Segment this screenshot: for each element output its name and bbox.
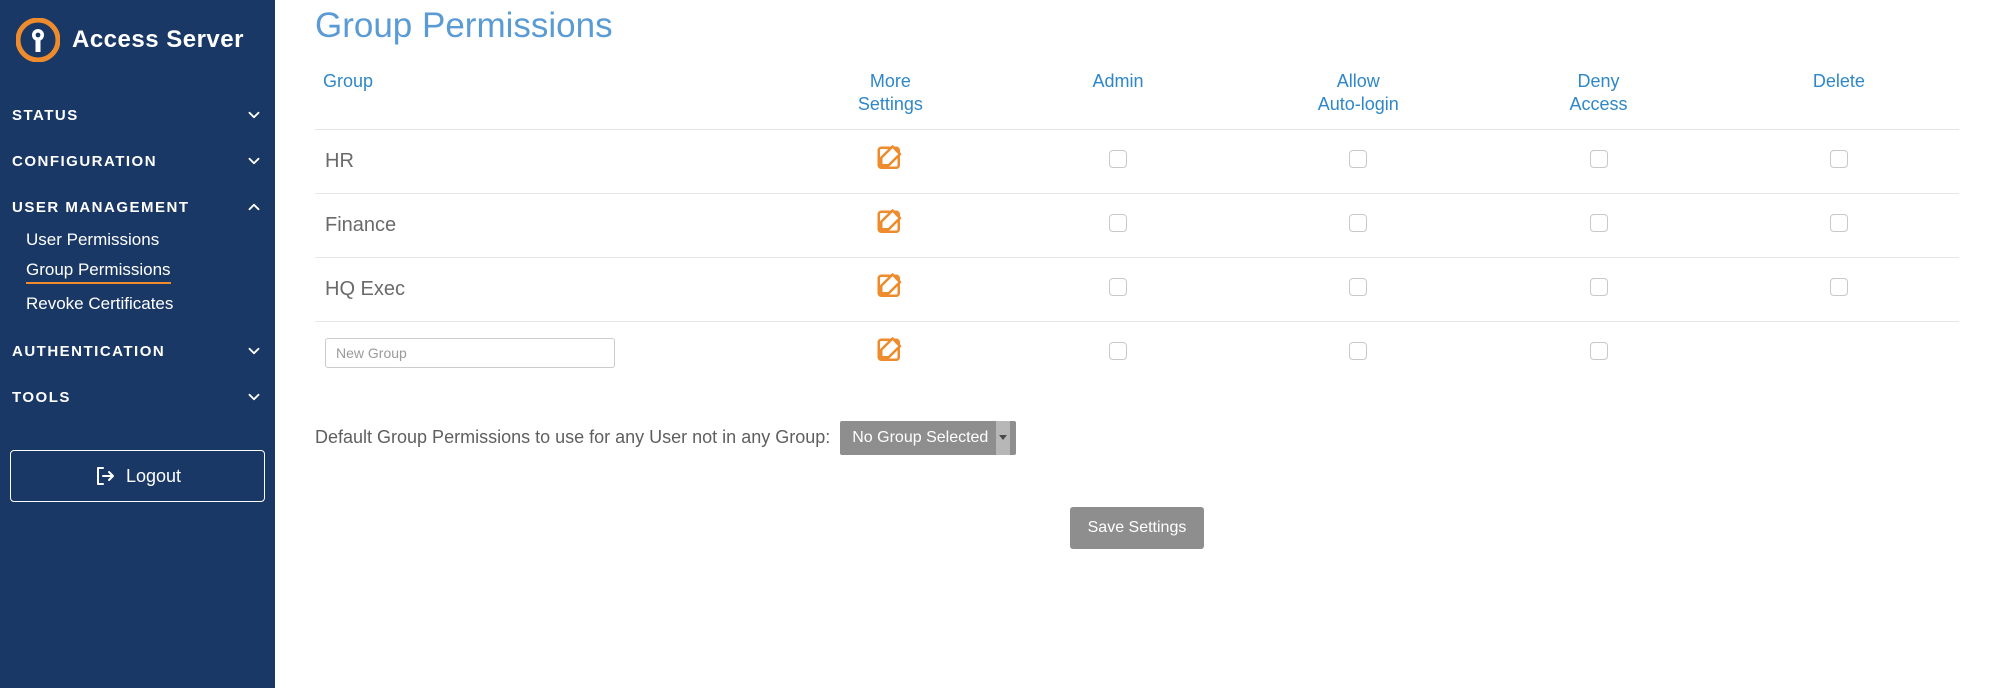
nav-label: AUTHENTICATION [12, 343, 165, 360]
edit-icon[interactable] [875, 336, 905, 366]
group-permissions-table: Group MoreSettings Admin AllowAuto-login… [315, 60, 1959, 385]
edit-icon[interactable] [875, 208, 905, 238]
nav-sub-user-management: User Permissions Group Permissions Revok… [12, 216, 263, 314]
col-header-allow-auto-login: AllowAuto-login [1238, 60, 1478, 129]
chevron-down-icon [245, 388, 263, 406]
nav-section-user-management: USER MANAGEMENT User Permissions Group P… [10, 184, 265, 328]
page-title: Group Permissions [315, 6, 1959, 46]
admin-checkbox[interactable] [1109, 150, 1127, 168]
new-group-input[interactable] [325, 338, 615, 368]
nav-header-configuration[interactable]: CONFIGURATION [12, 152, 263, 170]
allow-auto-login-checkbox[interactable] [1349, 278, 1367, 296]
admin-checkbox[interactable] [1109, 214, 1127, 232]
chevron-down-icon [245, 152, 263, 170]
save-row: Save Settings [315, 507, 1959, 549]
nav-section-tools: TOOLS [10, 374, 265, 420]
main-content: Group Permissions Group MoreSettings Adm… [275, 0, 1999, 688]
logout-icon [94, 464, 118, 488]
col-header-admin: Admin [998, 60, 1238, 129]
nav-header-tools[interactable]: TOOLS [12, 388, 263, 406]
nav-label: STATUS [12, 107, 79, 124]
default-group-label: Default Group Permissions to use for any… [315, 427, 830, 448]
admin-checkbox[interactable] [1109, 342, 1127, 360]
nav-header-authentication[interactable]: AUTHENTICATION [12, 342, 263, 360]
delete-checkbox[interactable] [1830, 278, 1848, 296]
admin-checkbox[interactable] [1109, 278, 1127, 296]
default-group-select[interactable]: No Group Selected [840, 421, 1016, 455]
chevron-down-icon [245, 106, 263, 124]
table-row: Finance [315, 193, 1959, 257]
col-header-deny-access: DenyAccess [1478, 60, 1718, 129]
nav-section-authentication: AUTHENTICATION [10, 328, 265, 374]
table-row: HQ Exec [315, 257, 1959, 321]
chevron-up-icon [245, 198, 263, 216]
sidebar-item-user-permissions[interactable]: User Permissions [26, 230, 263, 250]
chevron-down-icon [245, 342, 263, 360]
table-row: HR [315, 129, 1959, 193]
edit-icon[interactable] [875, 144, 905, 174]
sidebar-item-group-permissions[interactable]: Group Permissions [26, 260, 171, 284]
save-settings-button[interactable]: Save Settings [1070, 507, 1205, 549]
nav-label: USER MANAGEMENT [12, 199, 190, 216]
edit-icon[interactable] [875, 272, 905, 302]
sidebar-item-revoke-certificates[interactable]: Revoke Certificates [26, 294, 263, 314]
nav-header-user-management[interactable]: USER MANAGEMENT [12, 198, 263, 216]
col-header-group: Group [315, 60, 783, 129]
brand-title: Access Server [72, 26, 244, 54]
nav-section-configuration: CONFIGURATION [10, 138, 265, 184]
allow-auto-login-checkbox[interactable] [1349, 214, 1367, 232]
nav-label: TOOLS [12, 389, 71, 406]
logout-label: Logout [126, 466, 181, 487]
deny-access-checkbox[interactable] [1590, 278, 1608, 296]
allow-auto-login-checkbox[interactable] [1349, 150, 1367, 168]
brand-logo-icon [16, 18, 60, 62]
table-header-row: Group MoreSettings Admin AllowAuto-login… [315, 60, 1959, 129]
group-name-cell: HR [315, 129, 783, 193]
dropdown-arrow-icon [996, 421, 1010, 455]
group-name-cell: Finance [315, 193, 783, 257]
deny-access-checkbox[interactable] [1590, 342, 1608, 360]
default-group-selected: No Group Selected [852, 429, 988, 447]
brand: Access Server [10, 18, 265, 92]
col-header-more-settings: MoreSettings [783, 60, 998, 129]
delete-checkbox[interactable] [1830, 150, 1848, 168]
nav-label: CONFIGURATION [12, 153, 157, 170]
logout-button[interactable]: Logout [10, 450, 265, 502]
deny-access-checkbox[interactable] [1590, 150, 1608, 168]
col-header-delete: Delete [1719, 60, 1959, 129]
group-name-cell: HQ Exec [315, 257, 783, 321]
sidebar: Access Server STATUS CONFIGURATION USER … [0, 0, 275, 688]
delete-checkbox[interactable] [1830, 214, 1848, 232]
default-group-row: Default Group Permissions to use for any… [315, 421, 1959, 455]
allow-auto-login-checkbox[interactable] [1349, 342, 1367, 360]
deny-access-checkbox[interactable] [1590, 214, 1608, 232]
new-group-row [315, 321, 1959, 385]
nav-header-status[interactable]: STATUS [12, 106, 263, 124]
nav-section-status: STATUS [10, 92, 265, 138]
